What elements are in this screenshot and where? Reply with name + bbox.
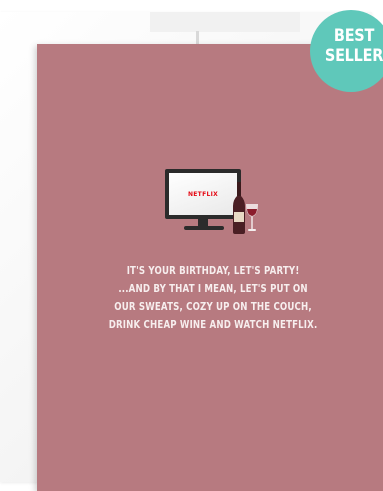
best-seller-badge-text: BEST SELLER bbox=[322, 26, 383, 66]
wine-bottle-icon bbox=[233, 182, 245, 234]
message-line: ...AND BY THAT I MEAN, LET'S PUT ON bbox=[118, 283, 308, 295]
badge-line-seller: SELLER bbox=[324, 46, 383, 66]
card-message: IT'S YOUR BIRTHDAY, LET'S PARTY! ...AND … bbox=[71, 262, 355, 334]
badge-line-best: BEST bbox=[333, 26, 375, 46]
tv-illustration: NETFLIX bbox=[165, 169, 241, 219]
card-tab bbox=[196, 31, 199, 45]
envelope-flap bbox=[150, 12, 300, 32]
tv-logo-text: NETFLIX bbox=[187, 190, 219, 198]
tv-base bbox=[184, 226, 224, 230]
message-line: DRINK CHEAP WINE AND WATCH NETFLIX. bbox=[108, 319, 318, 331]
tv-screen: NETFLIX bbox=[169, 173, 237, 215]
message-line: IT'S YOUR BIRTHDAY, LET'S PARTY! bbox=[126, 265, 300, 277]
wine-glass-icon bbox=[246, 204, 258, 231]
message-line: OUR SWEATS, COZY UP ON THE COUCH, bbox=[114, 301, 312, 313]
